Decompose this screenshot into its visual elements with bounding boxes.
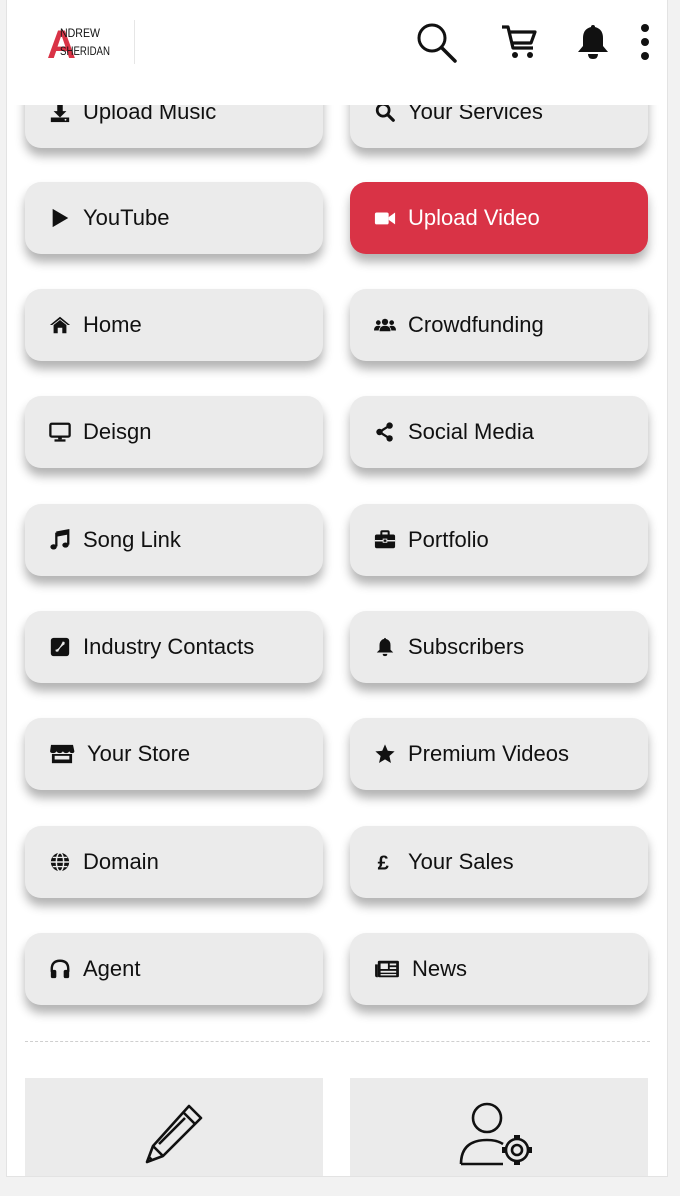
user-settings-icon	[457, 1100, 541, 1176]
newspaper-icon	[372, 956, 402, 982]
desktop-icon	[47, 419, 73, 445]
notifications-bell-icon[interactable]	[573, 20, 613, 64]
music-note-icon	[47, 527, 73, 553]
menu-song-link[interactable]: Song Link	[25, 504, 323, 576]
menu-crowdfunding[interactable]: Crowdfunding	[350, 289, 648, 361]
menu-your-store[interactable]: Your Store	[25, 718, 323, 790]
menu-label: Subscribers	[408, 634, 525, 659]
menu-upload-video[interactable]: Upload Video	[350, 182, 648, 254]
briefcase-icon	[372, 527, 398, 553]
star-icon	[372, 741, 398, 767]
menu-label: Deisgn	[83, 419, 152, 444]
account-settings-card[interactable]	[350, 1078, 648, 1176]
menu-label: Your Store	[87, 741, 191, 766]
menu-label: Domain	[83, 849, 159, 874]
menu-label: Upload Video	[408, 205, 540, 230]
menu-domain[interactable]: Domain	[25, 826, 323, 898]
menu-label: Premium Videos	[408, 741, 569, 766]
logo[interactable]: A NDREW SHERIDAN	[47, 22, 117, 67]
menu-home[interactable]: Home	[25, 289, 323, 361]
menu-label: News	[412, 956, 468, 981]
menu-news[interactable]: News	[350, 933, 648, 1005]
menu-premium-videos[interactable]: Premium Videos	[350, 718, 648, 790]
share-icon	[372, 419, 398, 445]
store-icon	[47, 741, 77, 767]
svg-text:£: £	[378, 852, 389, 873]
menu-scroll-area[interactable]: Upload Music Your Services YouTube Uploa…	[7, 0, 667, 1176]
users-icon	[372, 312, 398, 338]
section-divider	[25, 1041, 650, 1042]
menu-label: Agent	[83, 956, 141, 981]
cart-icon[interactable]	[497, 20, 541, 64]
menu-design[interactable]: Deisgn	[25, 396, 323, 468]
menu-your-sales[interactable]: £ Your Sales	[350, 826, 648, 898]
search-icon[interactable]	[411, 20, 461, 64]
menu-portfolio[interactable]: Portfolio	[350, 504, 648, 576]
menu-label: Crowdfunding	[408, 312, 544, 337]
menu-label: Portfolio	[408, 527, 489, 552]
menu-agent[interactable]: Agent	[25, 933, 323, 1005]
phone-square-icon	[47, 634, 73, 660]
logo-separator	[134, 20, 135, 64]
menu-subscribers[interactable]: Subscribers	[350, 611, 648, 683]
logo-line1: NDREW	[60, 26, 101, 40]
menu-label: YouTube	[83, 205, 170, 230]
play-icon	[47, 205, 73, 231]
menu-label: Industry Contacts	[83, 634, 255, 659]
menu-youtube[interactable]: YouTube	[25, 182, 323, 254]
app-frame: Upload Music Your Services YouTube Uploa…	[6, 0, 668, 1177]
menu-industry-contacts[interactable]: Industry Contacts	[25, 611, 323, 683]
pound-icon: £	[372, 849, 398, 875]
home-icon	[47, 312, 73, 338]
menu-social-media[interactable]: Social Media	[350, 396, 648, 468]
menu-label: Song Link	[83, 527, 181, 552]
headphones-icon	[47, 956, 73, 982]
pencil-icon	[139, 1100, 209, 1176]
menu-label: Home	[83, 312, 142, 337]
more-vertical-icon[interactable]	[635, 20, 655, 64]
logo-line2: SHERIDAN	[60, 44, 110, 58]
app-header: A NDREW SHERIDAN	[7, 0, 667, 105]
edit-profile-card[interactable]	[25, 1078, 323, 1176]
bell-icon	[372, 634, 398, 660]
video-camera-icon	[372, 205, 398, 231]
menu-label: Your Sales	[408, 849, 514, 874]
menu-label: Social Media	[408, 419, 534, 444]
globe-icon	[47, 849, 73, 875]
